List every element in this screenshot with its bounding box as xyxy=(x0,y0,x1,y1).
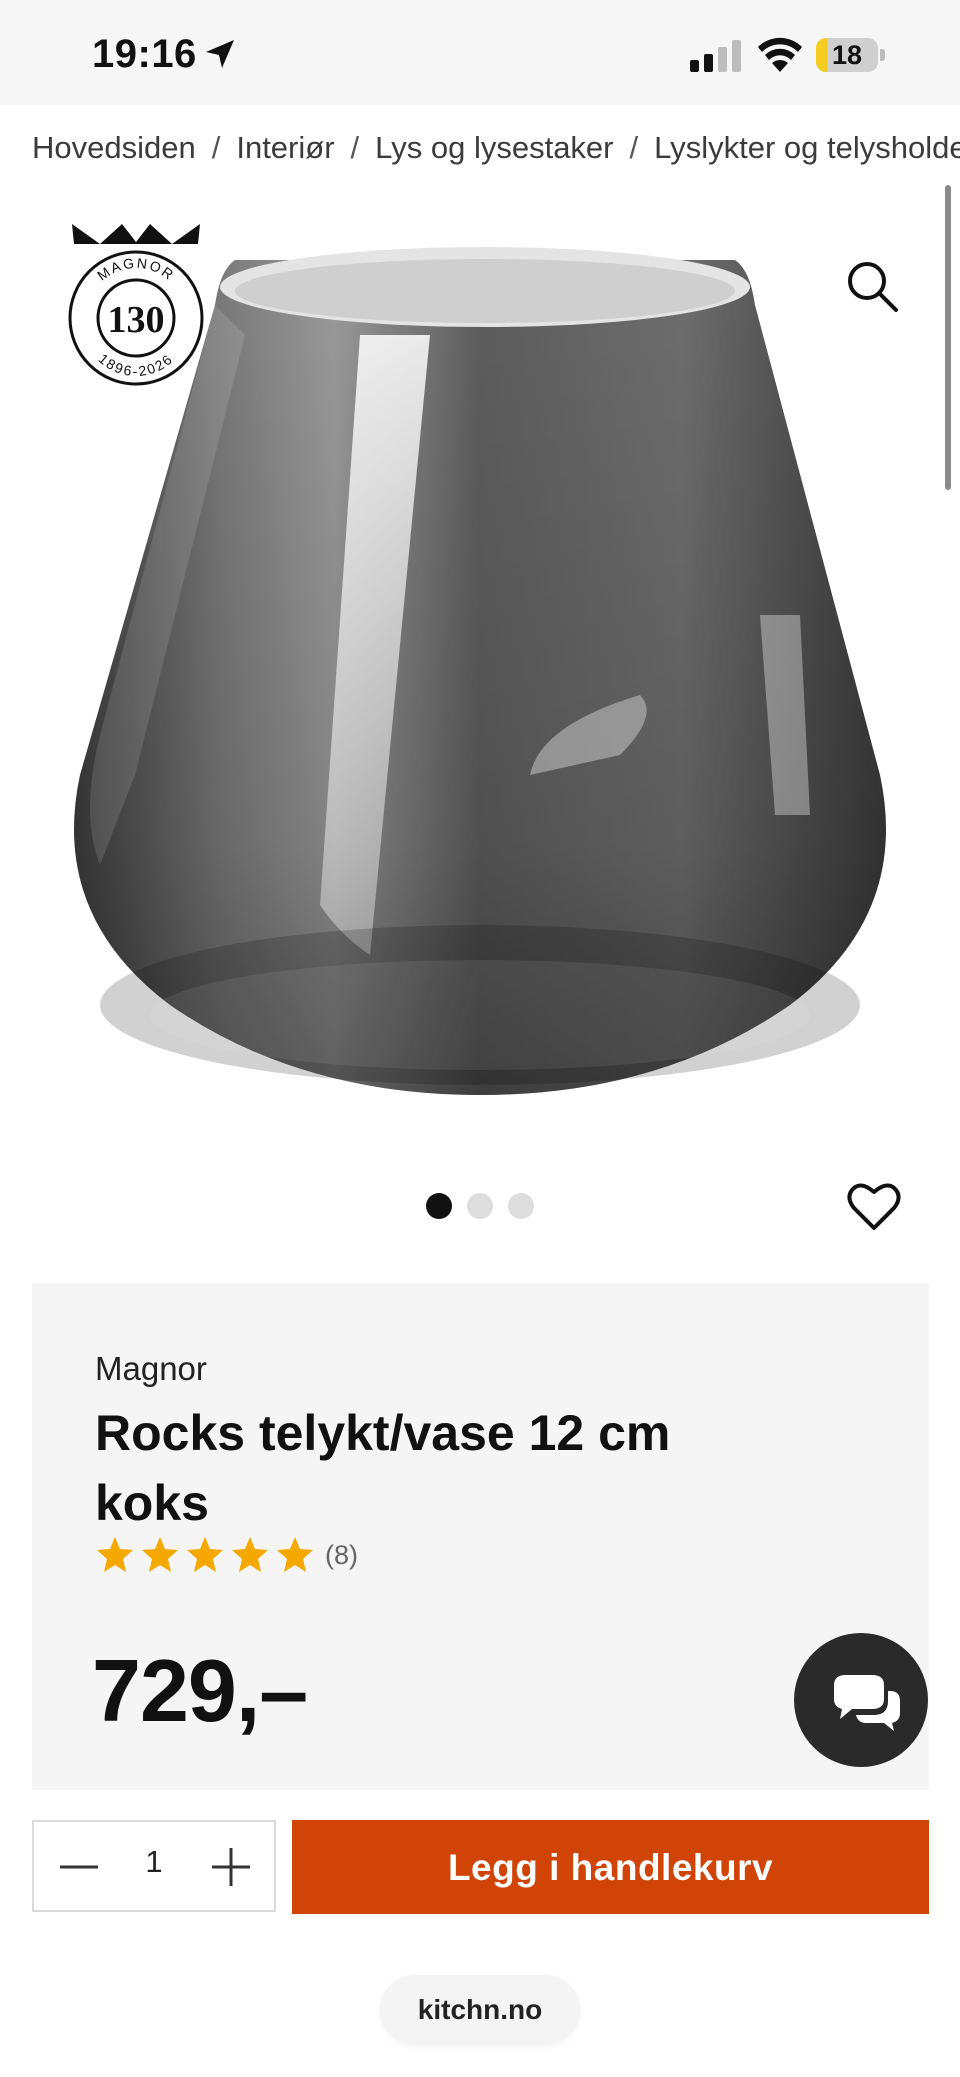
cellular-signal-icon xyxy=(690,40,741,72)
zoom-search-icon[interactable] xyxy=(840,254,904,318)
breadcrumb-separator: / xyxy=(350,130,360,165)
star-icon xyxy=(187,1537,223,1572)
star-icon xyxy=(232,1537,268,1572)
breadcrumb-home[interactable]: Hovedsiden xyxy=(32,130,196,165)
chat-button[interactable] xyxy=(794,1633,928,1767)
add-to-cart-button[interactable]: Legg i handlekurv xyxy=(292,1820,929,1914)
plus-icon[interactable] xyxy=(206,1842,256,1892)
location-arrow-icon xyxy=(206,40,234,68)
minus-icon[interactable] xyxy=(54,1842,104,1892)
carousel-dot[interactable] xyxy=(426,1193,452,1219)
product-price: 729,– xyxy=(92,1641,308,1740)
carousel-dot[interactable] xyxy=(467,1193,493,1219)
quantity-value[interactable]: 1 xyxy=(124,1844,184,1880)
breadcrumb-separator: / xyxy=(211,130,221,165)
url-domain-label[interactable]: kitchn.no xyxy=(380,1975,580,2045)
star-icon xyxy=(142,1537,178,1572)
breadcrumb-separator: / xyxy=(629,130,639,165)
star-icon xyxy=(277,1537,313,1572)
heart-icon[interactable] xyxy=(846,1180,902,1232)
status-time: 19:16 xyxy=(92,32,197,76)
battery-icon: 18 xyxy=(816,38,886,74)
status-bar: 19:16 18 xyxy=(0,0,960,105)
star-icon xyxy=(97,1537,133,1572)
breadcrumb-lights[interactable]: Lys og lysestaker xyxy=(375,130,613,165)
wifi-icon xyxy=(758,37,802,72)
scrollbar[interactable] xyxy=(945,185,951,490)
magnor-130-logo: 130 MAGNOR 1896-2026 xyxy=(68,224,204,386)
breadcrumb: Hovedsiden / Interiør / Lys og lysestaker / Ly… xyxy=(32,130,960,174)
product-brand[interactable]: Magnor xyxy=(95,1350,207,1388)
chat-bubbles-icon xyxy=(834,1675,900,1731)
carousel-dot[interactable] xyxy=(508,1193,534,1219)
breadcrumb-interior[interactable]: Interiør xyxy=(236,130,334,165)
product-title: Rocks telykt/vase 12 cm koks xyxy=(95,1405,671,1531)
quantity-stepper: 1 xyxy=(32,1820,276,1912)
logo-number: 130 xyxy=(108,299,165,341)
breadcrumb-lanterns[interactable]: Lyslykter og telysholdere xyxy=(654,130,960,165)
battery-level: 18 xyxy=(831,40,863,70)
review-count[interactable]: (8) xyxy=(325,1540,358,1571)
